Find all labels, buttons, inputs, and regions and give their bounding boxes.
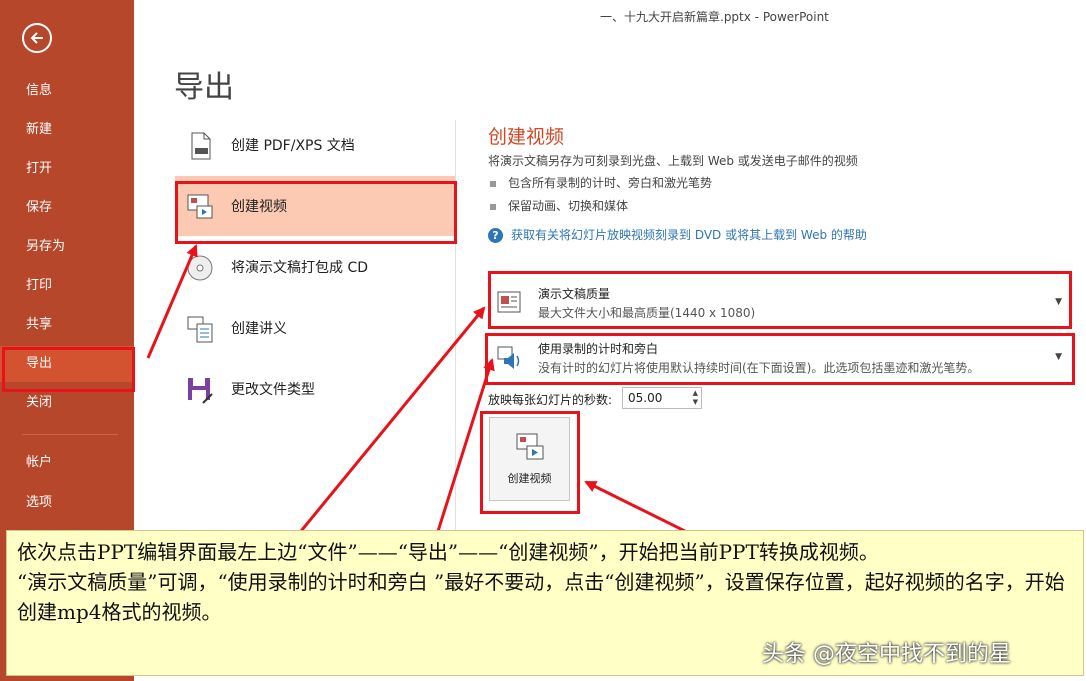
option-label: 创建 PDF/XPS 文档	[231, 138, 355, 154]
page-title: 导出	[174, 70, 234, 105]
note-line-2: “演示文稿质量”可调，“使用录制的计时和旁白 ”最好不要动，点击“创建视频”，设…	[17, 570, 1065, 624]
nav-print[interactable]: 打印	[0, 268, 134, 304]
option-package-cd[interactable]: 将演示文稿打包成 CD	[175, 237, 455, 297]
sidebar-divider	[22, 434, 118, 435]
annotation-box-create-button	[480, 411, 580, 514]
nav-options[interactable]: 选项	[0, 485, 134, 521]
cd-icon	[187, 255, 213, 281]
help-icon: ?	[488, 228, 503, 243]
help-link[interactable]: ? 获取有关将幻灯片放映视频刻录到 DVD 或将其上载到 Web 的帮助	[488, 226, 867, 243]
seconds-value: 05.00	[628, 391, 663, 405]
pdf-document-icon	[191, 132, 211, 160]
nav-save-as[interactable]: 另存为	[0, 229, 134, 265]
nav-account[interactable]: 帐户	[0, 445, 134, 481]
nav-new[interactable]: 新建	[0, 112, 134, 148]
option-label: 更改文件类型	[231, 382, 315, 398]
option-create-handout[interactable]: 创建讲义	[175, 298, 455, 358]
bullet-item: 保留动画、切换和媒体	[490, 197, 628, 214]
chevron-up-icon[interactable]: ▲	[693, 389, 698, 397]
option-change-file-type[interactable]: 更改文件类型	[175, 359, 455, 419]
seconds-label: 放映每张幻灯片的秒数:	[488, 393, 613, 407]
watermark: 头条 @夜空中找不到的星	[762, 642, 1011, 667]
chevron-down-icon[interactable]: ▼	[693, 398, 698, 406]
nav-share[interactable]: 共享	[0, 307, 134, 343]
annotation-box-timing	[485, 333, 1075, 385]
nav-save[interactable]: 保存	[0, 190, 134, 226]
annotation-box-export	[2, 347, 135, 392]
file-type-icon	[188, 378, 213, 404]
handout-icon	[187, 316, 213, 343]
option-label: 创建讲义	[231, 321, 287, 337]
bullet-item: 包含所有录制的计时、旁白和激光笔势	[490, 174, 712, 191]
annotation-box-quality	[488, 271, 1072, 329]
nav-open[interactable]: 打开	[0, 151, 134, 187]
window-title: 一、十九大开启新篇章.pptx - PowerPoint	[600, 10, 829, 24]
note-line-1: 依次点击PPT编辑界面最左上边“文件”——“导出”——“创建视频”，开始把当前P…	[17, 540, 879, 564]
detail-description: 将演示文稿另存为可刻录到光盘、上载到 Web 或发送电子邮件的视频	[488, 154, 858, 168]
nav-info[interactable]: 信息	[0, 73, 134, 109]
detail-title: 创建视频	[488, 126, 565, 148]
option-create-pdf[interactable]: 创建 PDF/XPS 文档	[175, 115, 455, 175]
option-label: 将演示文稿打包成 CD	[231, 260, 369, 276]
seconds-spinner[interactable]: 05.00 ▲ ▼	[622, 387, 702, 409]
back-arrow-icon[interactable]	[22, 23, 52, 53]
annotation-box-create-video	[175, 181, 457, 244]
